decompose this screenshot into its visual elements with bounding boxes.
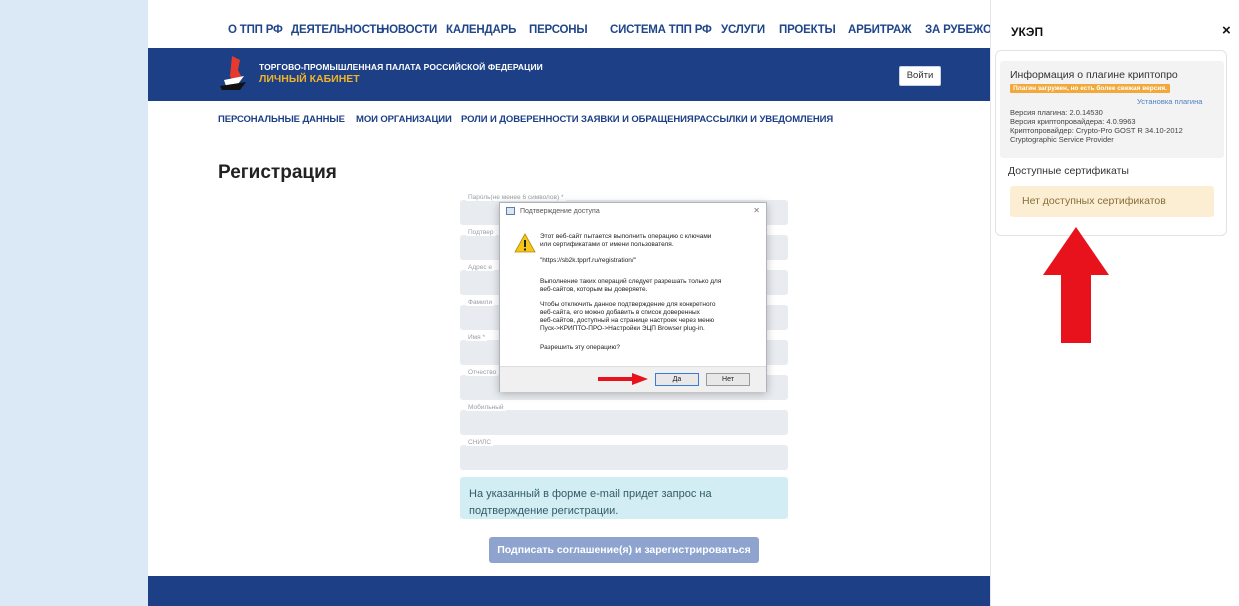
topnav-item-activity[interactable]: ДЕЯТЕЛЬНОСТЬ [291, 24, 385, 36]
topnav-item-news[interactable]: НОВОСТИ [381, 24, 437, 36]
yes-button[interactable]: Да [655, 373, 699, 386]
sign-and-register-button[interactable]: Подписать соглашение(я) и зарегистрирова… [489, 537, 759, 563]
field-label: Пароль(не менее 6 символов) * [466, 194, 566, 201]
dialog-line: Этот веб-сайт пытается выполнить операци… [540, 233, 712, 240]
field-label: СНИЛС [466, 439, 494, 446]
plugin-info-box: Информация о плагине криптопро Плагин за… [1000, 61, 1224, 158]
field-label: Подтвер [466, 229, 496, 236]
close-icon[interactable]: ✕ [753, 206, 760, 215]
org-title: ТОРГОВО-ПРОМЫШЛЕННАЯ ПАЛАТА РОССИЙСКОЙ Ф… [259, 62, 543, 72]
topnav-item-calendar[interactable]: КАЛЕНДАРЬ [446, 24, 516, 36]
field-label: Адрес e [466, 264, 495, 271]
dialog-line: Чтобы отключить данное подтверждение для… [540, 301, 716, 308]
subnav-item-mailings[interactable]: РАССЫЛКИ И УВЕДОМЛЕНИЯ [694, 114, 833, 125]
dialog-title: Подтверждение доступа [520, 208, 600, 215]
page-title: Регистрация [218, 162, 337, 183]
provider-name-cont: Cryptographic Service Provider [1010, 135, 1114, 144]
certificates-title: Доступные сертификаты [1008, 165, 1129, 177]
ukep-side-panel: УКЭП × Информация о плагине криптопро Пл… [990, 0, 1239, 606]
plugin-card: Информация о плагине криптопро Плагин за… [995, 50, 1227, 236]
dialog-line: веб-сайтов, которым вы доверяете. [540, 286, 648, 293]
dialog-line: или сертификатами от имени пользователя. [540, 241, 674, 248]
provider-name: Криптопровайдер: Crypto-Pro GOST R 34.10… [1010, 126, 1183, 135]
mobile-field[interactable]: Мобильный [460, 404, 788, 435]
no-certificates-alert: Нет доступных сертификатов [1010, 186, 1214, 217]
site-footer [148, 576, 990, 606]
dialog-line: веб-сайта, его можно добавить в список д… [540, 309, 700, 316]
warning-icon [514, 233, 536, 253]
close-icon[interactable]: × [1222, 22, 1231, 39]
red-arrow-up-icon [1043, 227, 1109, 343]
top-nav: О ТПП РФ ДЕЯТЕЛЬНОСТЬ НОВОСТИ КАЛЕНДАРЬ … [148, 0, 990, 48]
subnav-item-requests[interactable]: ЗАЯВКИ И ОБРАЩЕНИЯ [581, 114, 694, 125]
left-background [0, 0, 148, 606]
provider-version: Версия криптопровайдера: 4.0.9963 [1010, 117, 1136, 126]
subnav-item-orgs[interactable]: МОИ ОРГАНИЗАЦИИ [356, 114, 452, 125]
plugin-status-badge: Плагин загружен, но есть более свежая ве… [1010, 84, 1170, 93]
topnav-item-projects[interactable]: ПРОЕКТЫ [779, 24, 836, 36]
tpp-logo-icon [220, 56, 246, 90]
panel-title: УКЭП [1011, 25, 1044, 39]
subnav-item-roles[interactable]: РОЛИ И ДОВЕРЕННОСТИ [461, 114, 579, 125]
site-header: ТОРГОВО-ПРОМЫШЛЕННАЯ ПАЛАТА РОССИЙСКОЙ Ф… [148, 48, 990, 101]
plugin-info-title: Информация о плагине криптопро [1010, 69, 1178, 81]
topnav-item-services[interactable]: УСЛУГИ [721, 24, 765, 36]
access-confirm-dialog: Подтверждение доступа ✕ Этот веб-сайт пы… [499, 202, 767, 392]
field-label: Мобильный [466, 404, 506, 411]
topnav-item-persons[interactable]: ПЕРСОНЫ [529, 24, 588, 36]
field-label: Имя * [466, 334, 487, 341]
dialog-question: Разрешить эту операцию? [540, 344, 620, 351]
dialog-url: "https://sb2k.tpprf.ru/registration/" [540, 257, 637, 264]
dialog-line: Выполнение таких операций следует разреш… [540, 278, 722, 285]
dialog-line: Пуск->КРИПТО-ПРО->Настройки ЭЦП Browser … [540, 325, 705, 332]
red-arrow-icon [598, 373, 648, 385]
email-info-alert: На указанный в форме e-mail придет запро… [460, 477, 788, 519]
no-button[interactable]: Нет [706, 373, 750, 386]
topnav-item-system[interactable]: СИСТЕМА ТПП РФ [610, 24, 712, 36]
topnav-item-arbitration[interactable]: АРБИТРАЖ [848, 24, 911, 36]
field-label: Отчество [466, 369, 499, 376]
sub-nav: ПЕРСОНАЛЬНЫЕ ДАННЫЕ МОИ ОРГАНИЗАЦИИ РОЛИ… [148, 101, 990, 134]
website: О ТПП РФ ДЕЯТЕЛЬНОСТЬ НОВОСТИ КАЛЕНДАРЬ … [148, 0, 990, 606]
plugin-version: Версия плагина: 2.0.14530 [1010, 108, 1103, 117]
snils-field[interactable]: СНИЛС [460, 439, 788, 470]
cabinet-title[interactable]: ЛИЧНЫЙ КАБИНЕТ [259, 73, 360, 85]
topnav-item-abroad[interactable]: ЗА РУБЕЖОМ [925, 24, 990, 36]
dialog-line: веб-сайтов, доступный на странице настро… [540, 317, 715, 324]
install-plugin-link[interactable]: Установка плагина [1137, 97, 1202, 106]
login-button[interactable]: Войти [899, 66, 941, 86]
field-label: Фамили [466, 299, 495, 306]
subnav-item-personal[interactable]: ПЕРСОНАЛЬНЫЕ ДАННЫЕ [218, 114, 345, 125]
topnav-item-about[interactable]: О ТПП РФ [228, 24, 283, 36]
